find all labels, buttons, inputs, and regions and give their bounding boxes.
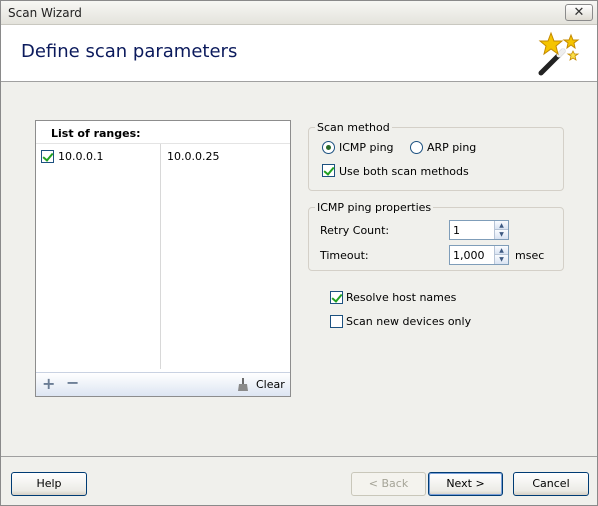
wizard-content: List of ranges: 10.0.0.1 10.0.0.25 + − C… (1, 83, 597, 455)
increment-icon[interactable]: ▲ (495, 246, 508, 255)
help-button[interactable]: Help (11, 472, 87, 496)
timeout-value[interactable]: 1,000 (453, 249, 485, 262)
resolve-host-names-checkbox[interactable] (330, 291, 343, 304)
scan-new-only-label[interactable]: Scan new devices only (346, 315, 471, 328)
divider (36, 143, 290, 144)
ranges-list: List of ranges: 10.0.0.1 10.0.0.25 + − C… (35, 120, 291, 397)
decrement-icon[interactable]: ▼ (495, 255, 508, 264)
timeout-label: Timeout: (320, 249, 369, 262)
add-range-button[interactable]: + (42, 374, 55, 393)
column-divider (160, 144, 161, 369)
close-button[interactable]: ✕ (565, 4, 593, 21)
remove-range-button[interactable]: − (66, 373, 79, 392)
wizard-header: Define scan parameters (1, 25, 597, 82)
timeout-unit: msec (515, 249, 545, 262)
range-checkbox[interactable] (41, 150, 54, 163)
icmp-properties-group: ICMP ping properties Retry Count: 1 ▲ ▼ … (308, 201, 564, 271)
range-end: 10.0.0.25 (167, 150, 220, 163)
scan-method-label: Scan method (315, 121, 392, 134)
scan-wizard-window: Scan Wizard ✕ Define scan parameters Lis… (0, 0, 598, 506)
title-bar: Scan Wizard ✕ (1, 1, 597, 25)
ranges-list-header: List of ranges: (51, 127, 141, 140)
back-button[interactable]: < Back (351, 472, 426, 496)
decrement-icon[interactable]: ▼ (495, 230, 508, 239)
cancel-button[interactable]: Cancel (513, 472, 589, 496)
icmp-properties-label: ICMP ping properties (315, 201, 434, 214)
timeout-spin-buttons[interactable]: ▲ ▼ (494, 246, 508, 264)
magic-wand-icon (538, 31, 580, 76)
icmp-ping-label[interactable]: ICMP ping (339, 141, 394, 154)
retry-count-label: Retry Count: (320, 224, 390, 237)
arp-ping-label[interactable]: ARP ping (427, 141, 476, 154)
retry-count-stepper[interactable]: 1 ▲ ▼ (449, 220, 509, 240)
list-item[interactable]: 10.0.0.1 10.0.0.25 (36, 148, 290, 166)
retry-count-spin-buttons[interactable]: ▲ ▼ (494, 221, 508, 239)
resolve-host-names-label[interactable]: Resolve host names (346, 291, 456, 304)
clear-button[interactable]: Clear (256, 378, 285, 391)
use-both-label[interactable]: Use both scan methods (339, 165, 469, 178)
scan-method-group: Scan method ICMP ping ARP ping Use both … (308, 121, 564, 191)
window-title: Scan Wizard (8, 6, 82, 20)
wizard-footer: Help < Back Next > Cancel (1, 456, 597, 505)
page-title: Define scan parameters (21, 41, 238, 62)
ranges-toolbar: + − Clear (36, 372, 290, 396)
next-button[interactable]: Next > (428, 472, 503, 496)
use-both-checkbox[interactable] (322, 164, 335, 177)
increment-icon[interactable]: ▲ (495, 221, 508, 230)
timeout-stepper[interactable]: 1,000 ▲ ▼ (449, 245, 509, 265)
icmp-ping-radio[interactable] (322, 141, 335, 154)
range-start: 10.0.0.1 (58, 150, 104, 163)
scan-new-only-checkbox[interactable] (330, 315, 343, 328)
retry-count-value[interactable]: 1 (453, 224, 460, 237)
arp-ping-radio[interactable] (410, 141, 423, 154)
broom-icon[interactable] (238, 378, 248, 391)
